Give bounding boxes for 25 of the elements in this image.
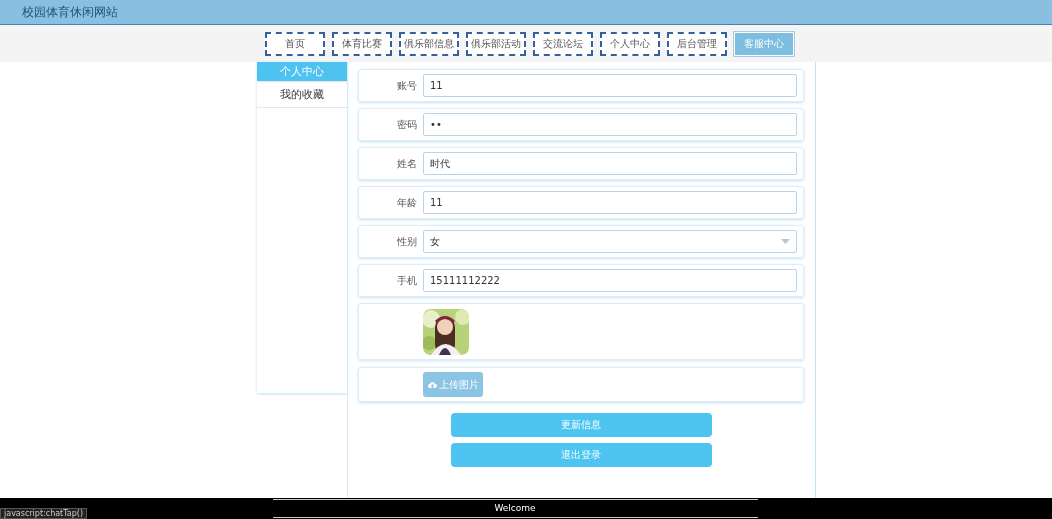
footer-text: Welcome — [272, 499, 758, 518]
sidebar-item[interactable]: 我的收藏 — [257, 82, 347, 108]
input-field[interactable]: •• — [423, 113, 797, 136]
site-title: 校园体育休闲网站 — [22, 3, 118, 21]
input-field[interactable]: 11 — [423, 74, 797, 97]
nav-tab[interactable]: 体育比赛 — [332, 31, 392, 56]
select-field[interactable]: 女 — [423, 230, 797, 253]
field-label: 密码 — [396, 117, 417, 132]
caret-icon — [781, 239, 790, 244]
nav-tab[interactable]: 俱乐部活动 — [466, 31, 526, 56]
nav-tab[interactable]: 俱乐部信息 — [399, 31, 459, 56]
nav-tab[interactable]: 首页 — [265, 31, 325, 56]
cloud-upload-icon — [427, 381, 437, 388]
field-label: 年龄 — [396, 195, 417, 210]
nav-tab[interactable]: 个人中心 — [600, 31, 660, 56]
input-field[interactable]: 11 — [423, 191, 797, 214]
field-label: 手机 — [396, 273, 417, 288]
nav-tab[interactable]: 后台管理 — [667, 31, 727, 56]
field-label: 账号 — [396, 78, 417, 93]
field-label: 姓名 — [396, 156, 417, 171]
status-bar: javascript:chatTap() — [0, 508, 88, 519]
field-label: 性别 — [396, 234, 417, 249]
nav-tab[interactable]: 交流论坛 — [533, 31, 593, 56]
input-field[interactable]: 15111112222 — [423, 269, 797, 292]
input-field[interactable]: 时代 — [423, 152, 797, 175]
